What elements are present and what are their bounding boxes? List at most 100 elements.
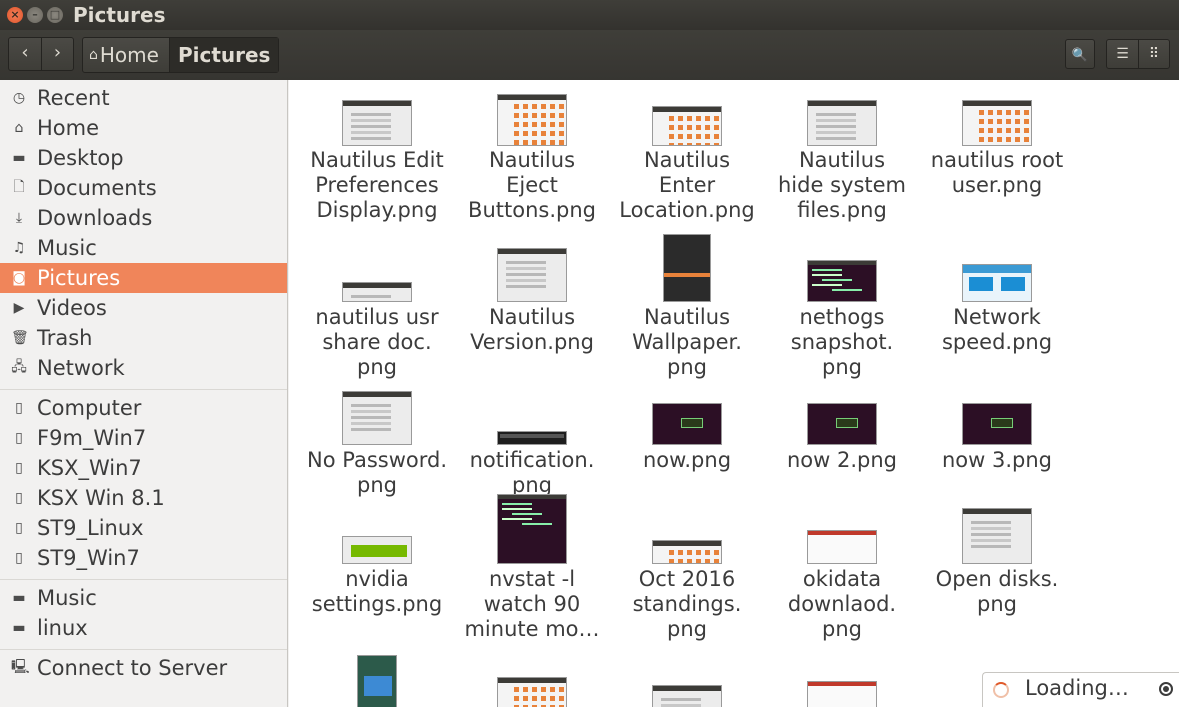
folder-icon: ▬	[12, 590, 26, 606]
minimize-window-button[interactable]: –	[27, 7, 43, 23]
file-thumbnail[interactable]	[357, 655, 397, 707]
file-thumbnail[interactable]	[807, 681, 877, 707]
file-name-line: nautilus root	[930, 148, 1064, 172]
file-name-line: Version.png	[470, 330, 594, 354]
sidebar-item-label: Music	[37, 236, 97, 260]
grid-view-button[interactable]: ⠿	[1137, 40, 1169, 68]
file-name-line: Nautilus	[643, 305, 731, 329]
file-thumbnail[interactable]	[962, 508, 1032, 564]
file-name-line: standings.	[632, 592, 742, 616]
file-name-line: notification.	[469, 448, 595, 472]
sidebar-item-downloads[interactable]: ⤓ Downloads	[0, 203, 287, 233]
file-name-line: nethogs	[799, 305, 885, 329]
sidebar-item-recent[interactable]: ◷ Recent	[0, 83, 287, 113]
title-bar: × – □ Pictures	[0, 0, 1179, 30]
file-thumbnail[interactable]	[807, 530, 877, 564]
file-grid[interactable]: Nautilus Edit Preferences Display.png Nauti…	[289, 80, 1179, 707]
list-icon: ☰	[1116, 46, 1129, 62]
sidebar-item-linux[interactable]: ▬ linux	[0, 613, 287, 643]
sidebar-item-label: Network	[37, 356, 125, 380]
file-item[interactable]: Open disks. png	[919, 80, 1075, 616]
search-button[interactable]: 🔍	[1065, 39, 1095, 69]
sidebar-item-ksx-win7[interactable]: ▯ KSX_Win7	[0, 453, 287, 483]
file-thumbnail[interactable]	[652, 540, 722, 564]
sidebar-item-label: Trash	[37, 326, 93, 350]
file-name-line: minute mo…	[464, 617, 600, 641]
breadcrumb-pictures-label: Pictures	[177, 43, 271, 67]
breadcrumb-home[interactable]: ⌂ Home	[83, 38, 169, 72]
file-thumbnail[interactable]	[342, 100, 412, 146]
file-thumbnail[interactable]	[342, 536, 412, 564]
sidebar-item-home[interactable]: ⌂ Home	[0, 113, 287, 143]
sidebar-item-network[interactable]: 🖧 Network	[0, 353, 287, 383]
file-thumbnail[interactable]	[652, 106, 722, 146]
file-thumbnail[interactable]	[962, 403, 1032, 445]
sidebar-item-videos[interactable]: ▶ Videos	[0, 293, 287, 323]
camera-icon: ◙	[12, 270, 26, 286]
clock-icon: ◷	[12, 90, 26, 106]
sidebar-item-connect-to-server[interactable]: 🖳 Connect to Server	[0, 653, 287, 683]
sidebar-item-label: Home	[37, 116, 100, 140]
file-thumbnail[interactable]	[497, 94, 567, 146]
sidebar-item-documents[interactable]: 🗋 Documents	[0, 173, 287, 203]
file-item[interactable]: okidata downlaod. png	[764, 80, 920, 641]
sidebar-item-label: Music	[37, 586, 97, 610]
file-name-line: Preferences	[315, 173, 439, 197]
sidebar-item-ksx-win-8-1[interactable]: ▯ KSX Win 8.1	[0, 483, 287, 513]
file-thumbnail[interactable]	[962, 100, 1032, 146]
file-name-line: downlaod.	[787, 592, 897, 616]
file-item[interactable]: Oct 2016 standings. png	[609, 80, 765, 641]
file-thumbnail[interactable]	[652, 403, 722, 445]
file-name-line: nvstat -l	[488, 567, 576, 591]
file-name-line: png	[822, 355, 862, 379]
maximize-window-button[interactable]: □	[47, 7, 63, 23]
loading-popup: Loading…	[982, 672, 1179, 707]
breadcrumb-pictures[interactable]: Pictures	[168, 38, 279, 72]
file-name-line: Nautilus	[488, 305, 576, 329]
sidebar-item-label: F9m_Win7	[37, 426, 147, 450]
file-thumbnail[interactable]	[497, 248, 567, 302]
file-thumbnail[interactable]	[807, 403, 877, 445]
file-thumbnail[interactable]	[497, 677, 567, 707]
server-icon: 🖳	[11, 659, 30, 675]
file-thumbnail[interactable]	[652, 685, 722, 707]
file-name-line: share doc.	[322, 330, 432, 354]
file-thumbnail[interactable]	[807, 260, 877, 302]
sidebar-item-desktop[interactable]: ▬ Desktop	[0, 143, 287, 173]
file-name-line: settings.png	[311, 592, 443, 616]
close-window-button[interactable]: ×	[7, 7, 23, 23]
file-thumbnail[interactable]	[663, 234, 711, 302]
list-view-button[interactable]: ☰	[1107, 40, 1138, 68]
file-name-line: Nautilus Edit	[310, 148, 444, 172]
sidebar-item-st9-win7[interactable]: ▯ ST9_Win7	[0, 543, 287, 573]
header-toolbar: ‹ › ⌂ Home Pictures 🔍 ☰ ⠿	[0, 30, 1179, 80]
file-thumbnail[interactable]	[497, 494, 567, 564]
sidebar-item-label: Desktop	[37, 146, 124, 170]
sidebar-item-music[interactable]: ♫ Music	[0, 233, 287, 263]
sidebar-item-computer[interactable]: ▯ Computer	[0, 393, 287, 423]
file-item[interactable]: nvidia settings.png	[299, 80, 455, 616]
sidebar-item-f9m-win7[interactable]: ▯ F9m_Win7	[0, 423, 287, 453]
file-name-line: hide system	[778, 173, 906, 197]
stop-loading-icon[interactable]	[1159, 682, 1173, 696]
drive-icon: ▯	[15, 400, 23, 416]
sidebar-item-label: Pictures	[37, 266, 121, 290]
file-thumbnail[interactable]	[342, 391, 412, 445]
search-icon: 🔍	[1071, 48, 1089, 63]
file-name-line: Display.png	[316, 198, 438, 222]
file-thumbnail[interactable]	[342, 282, 412, 302]
file-name-line: Buttons.png	[468, 198, 596, 222]
file-thumbnail[interactable]	[807, 100, 877, 146]
sidebar-item-st9-linux[interactable]: ▯ ST9_Linux	[0, 513, 287, 543]
file-item[interactable]: nvstat -l watch 90 minute mo…	[454, 80, 610, 641]
forward-button[interactable]: ›	[40, 38, 73, 70]
back-button[interactable]: ‹	[9, 38, 41, 70]
file-thumbnail[interactable]	[962, 264, 1032, 302]
file-name-line: Open disks.	[935, 567, 1059, 591]
sidebar-item-label: ST9_Win7	[37, 546, 140, 570]
sidebar-item-label: Documents	[37, 176, 157, 200]
sidebar-item-trash[interactable]: 🗑 Trash	[0, 323, 287, 353]
sidebar-item-pictures[interactable]: ◙ Pictures	[0, 263, 287, 293]
sidebar-item-music[interactable]: ▬ Music	[0, 583, 287, 613]
file-thumbnail[interactable]	[497, 431, 567, 445]
